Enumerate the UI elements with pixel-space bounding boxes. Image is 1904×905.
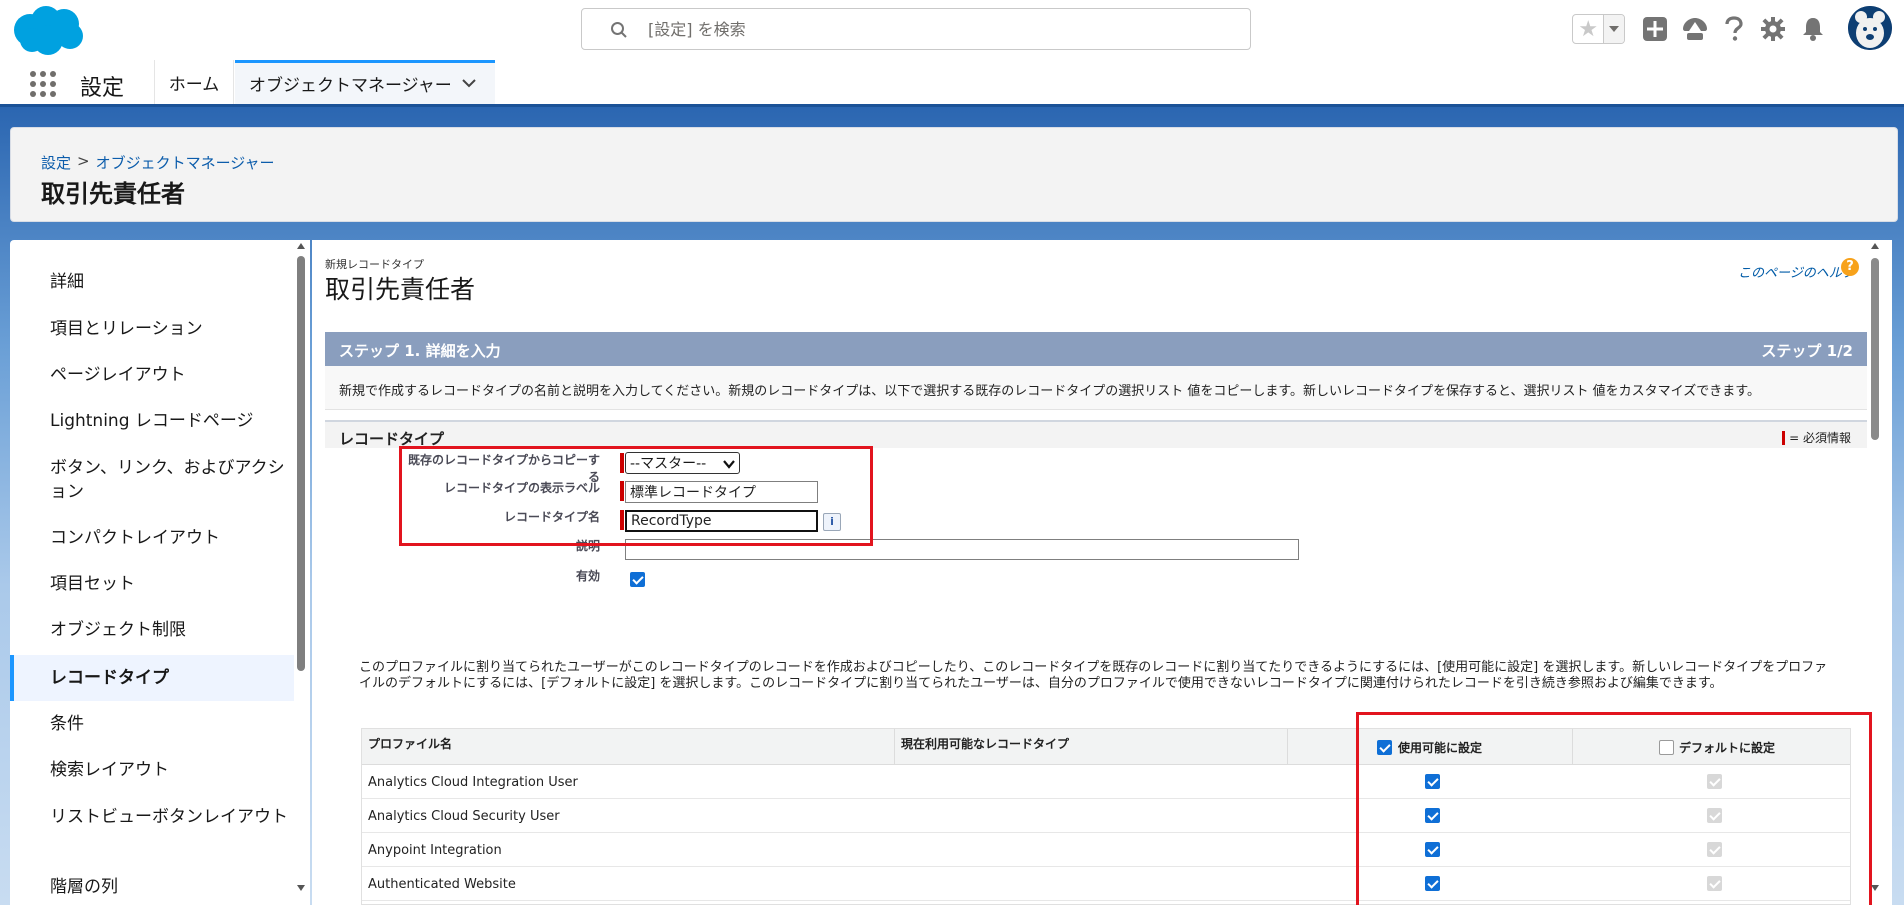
step-bar: ステップ 1. 詳細を入力 ステップ 1/2: [325, 332, 1867, 366]
app-name: 設定: [80, 76, 125, 101]
search-icon: [611, 22, 627, 38]
sidebar-item-compact-layouts[interactable]: コンパクトレイアウト: [10, 526, 294, 550]
profile-name: Analytics Cloud Integration User: [368, 775, 578, 790]
sidebar-item-list-view-button-layout[interactable]: リストビューボタンレイアウト: [10, 805, 294, 829]
global-search-box[interactable]: [581, 8, 1251, 50]
step-number: ステップ 1/2: [1761, 342, 1853, 360]
breadcrumb-object-manager-link[interactable]: オブジェクトマネージャー: [96, 152, 275, 173]
sidebar-item-hierarchy-columns[interactable]: 階層の列: [10, 875, 294, 899]
star-icon[interactable]: ★: [1573, 15, 1605, 43]
profile-name: Analytics Cloud Security User: [368, 809, 560, 824]
favorites-dropdown-icon[interactable]: [1604, 15, 1624, 43]
profile-name: Authenticated Website: [368, 877, 516, 892]
sidebar-item-object-limits[interactable]: オブジェクト制限: [10, 618, 294, 642]
gear-icon[interactable]: [1756, 12, 1790, 46]
breadcrumb-setup-link[interactable]: 設定: [41, 152, 71, 173]
step-title: ステップ 1. 詳細を入力: [339, 342, 501, 360]
sidebar-item-search-layouts[interactable]: 検索レイアウト: [10, 758, 294, 782]
column-divider: [894, 729, 895, 765]
page-title: 取引先責任者: [41, 180, 185, 208]
col-current-types: 現在利用可能なレコードタイプ: [901, 737, 1070, 751]
sidebar-item-record-types[interactable]: レコードタイプ: [10, 655, 294, 701]
salesforce-logo[interactable]: [10, 4, 86, 56]
help-icon[interactable]: ?: [1841, 258, 1859, 276]
trailhead-icon[interactable]: [1678, 12, 1712, 46]
sidebar-item-details[interactable]: 詳細: [10, 270, 294, 294]
favorites-group: ★: [1572, 14, 1625, 44]
help-link[interactable]: このページのヘルプ: [1738, 262, 1855, 281]
search-input[interactable]: [648, 17, 1208, 41]
breadcrumb: 設定 > オブジェクトマネージャー: [41, 152, 275, 173]
tab-home[interactable]: ホーム: [155, 60, 234, 104]
step-description: 新規で作成するレコードタイプの名前と説明を入力してください。新規のレコードタイプ…: [339, 384, 1760, 399]
main-title: 取引先責任者: [325, 275, 476, 304]
page-header: 設定 > オブジェクトマネージャー 取引先責任者: [10, 127, 1898, 222]
question-icon[interactable]: [1717, 12, 1751, 46]
tab-object-manager-label: オブジェクトマネージャー: [249, 76, 452, 96]
profile-name: Anypoint Integration: [368, 843, 502, 858]
sidebar-item-conditions[interactable]: 条件: [10, 712, 294, 736]
required-info-text: = 必須情報: [1789, 431, 1851, 445]
main-scroll-thumb[interactable]: [1871, 258, 1879, 440]
sidebar-item-page-layouts[interactable]: ページレイアウト: [10, 363, 294, 387]
breadcrumb-separator: >: [77, 152, 90, 170]
highlight-box-profile-settings: [1356, 712, 1872, 905]
avatar[interactable]: [1848, 6, 1892, 50]
sidebar-item-field-sets[interactable]: 項目セット: [10, 572, 294, 596]
col-profile-name: プロファイル名: [368, 737, 453, 751]
step-description-row: 新規で作成するレコードタイプの名前と説明を入力してください。新規のレコードタイプ…: [325, 366, 1867, 410]
sidebar-item-lightning-record-pages[interactable]: Lightning レコードページ: [10, 409, 294, 433]
column-divider: [1287, 729, 1288, 765]
plus-icon[interactable]: [1638, 12, 1672, 46]
sidebar-scroll-thumb[interactable]: [297, 256, 305, 671]
active-checkbox[interactable]: [630, 572, 645, 587]
highlight-box-form: [399, 446, 873, 546]
global-header: ★: [0, 0, 1904, 60]
bell-icon[interactable]: [1796, 12, 1830, 46]
record-type-section-header: レコードタイプ = 必須情報: [325, 420, 1867, 448]
required-marker-icon: [1782, 430, 1786, 445]
object-sidebar: 詳細 項目とリレーション ページレイアウト Lightning レコードページ …: [10, 240, 310, 905]
tab-object-manager[interactable]: オブジェクトマネージャー: [235, 60, 495, 104]
sidebar-item-fields[interactable]: 項目とリレーション: [10, 317, 294, 341]
app-launcher-icon[interactable]: [28, 70, 58, 98]
profile-description: このプロファイルに割り当てられたユーザーがこのレコードタイプのレコードを作成およ…: [359, 660, 1828, 691]
sidebar-item-buttons-links-actions[interactable]: ボタン、リンク、およびアクション: [10, 456, 294, 504]
chevron-down-icon[interactable]: [461, 75, 477, 91]
required-info-legend: = 必須情報: [1782, 429, 1851, 446]
context-bar: 設定 ホーム オブジェクトマネージャー: [0, 60, 1904, 107]
active-label: 有効: [575, 569, 600, 583]
